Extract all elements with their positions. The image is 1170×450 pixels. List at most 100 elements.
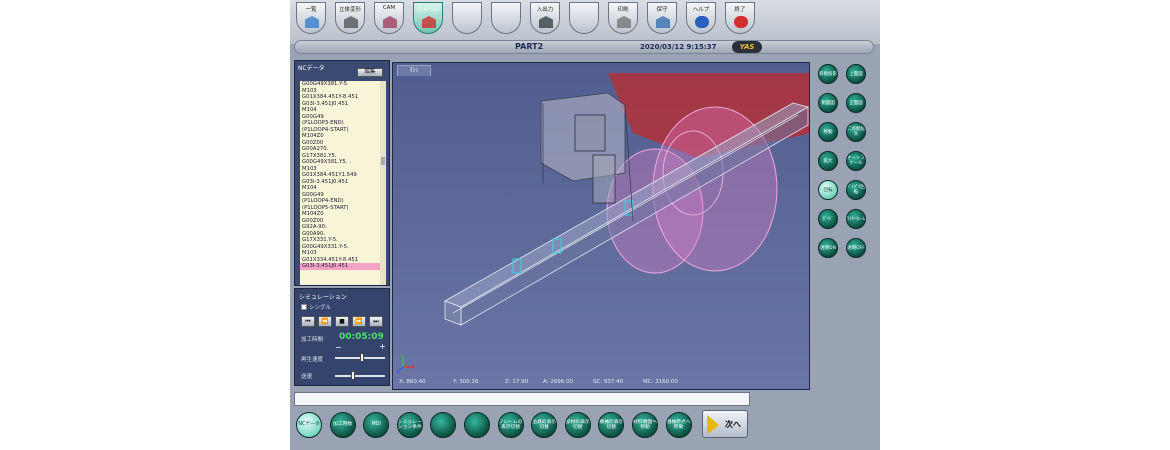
toolbar-button-label: 終了 bbox=[734, 7, 746, 13]
machining-time-value: 00:05:09 bbox=[339, 332, 384, 342]
nc-panel-title: NCデータ bbox=[298, 65, 325, 72]
nc-scrollbar[interactable] bbox=[380, 81, 386, 285]
machining-time-label: 加工時間 bbox=[301, 337, 324, 343]
nc-lines: G00G49X381.Y-5. M103 G01X384.451Y-8.451 G03… bbox=[300, 81, 386, 270]
z-axis-gizmo bbox=[396, 366, 404, 374]
simulation-icon bbox=[422, 16, 436, 28]
function-button-5[interactable] bbox=[464, 412, 490, 438]
view-control-button-1[interactable]: 上面図 bbox=[846, 64, 866, 84]
view-control-button-8[interactable]: 回転 bbox=[818, 180, 838, 200]
clamp-arm bbox=[592, 154, 616, 204]
function-button-2[interactable]: MDI bbox=[363, 412, 390, 438]
toolbar-button-label: 入出力 bbox=[536, 7, 554, 13]
toolbar-button-label: CAM bbox=[382, 5, 396, 11]
toolbar-button-2[interactable]: CAM bbox=[374, 2, 404, 34]
machine-scene bbox=[396, 73, 809, 374]
next-arrow-icon bbox=[707, 415, 719, 435]
view-control-button-6[interactable]: 拡大 bbox=[818, 151, 838, 171]
toolbar-button-1[interactable]: 立体変形 bbox=[335, 2, 365, 34]
function-button-1[interactable]: 加工時数 bbox=[329, 412, 356, 438]
rewind-button[interactable]: ⏮ bbox=[301, 316, 315, 327]
toolbar-button-0[interactable]: 一覧 bbox=[296, 2, 326, 34]
main-toolbar: 一覧 立体変形 CAM ｼﾐｭﾚｰｼｮﾝ 入出力 印刷 保守 ヘルプ 終了 bbox=[290, 0, 880, 44]
view-control-button-11[interactable]: ﾜｲﾔｰﾌﾚｰﾑ bbox=[846, 209, 866, 229]
stop-button[interactable]: ■ bbox=[335, 316, 349, 327]
toolbar-button-10[interactable]: ヘルプ bbox=[686, 2, 716, 34]
view-control-button-0[interactable]: 斜角投影 bbox=[818, 64, 838, 84]
coord-y: Y: 300.16 bbox=[453, 379, 479, 385]
toolbar-button-label: 保守 bbox=[656, 7, 668, 13]
single-step-checkbox[interactable] bbox=[301, 304, 307, 310]
view-control-button-12[interactable]: 透明ON bbox=[818, 238, 838, 258]
coord-z: Z: 17.90 bbox=[505, 379, 529, 385]
step-back-button[interactable]: ⏪ bbox=[318, 316, 332, 327]
function-button-8[interactable]: 部材の表示切替 bbox=[564, 412, 591, 438]
nc-line[interactable]: G03I-3.451J0.451 bbox=[300, 263, 386, 270]
toolbar-button-6[interactable]: 入出力 bbox=[530, 2, 560, 34]
playback-speed-knob[interactable] bbox=[360, 353, 365, 362]
function-button-3[interactable]: シミュレーション条件 bbox=[396, 412, 423, 438]
wrench-icon bbox=[656, 16, 670, 28]
view-control-button-13[interactable]: 透明OFF bbox=[846, 238, 866, 258]
fast-forward-button[interactable]: ⏭ bbox=[369, 316, 383, 327]
toolbar-button-11[interactable]: 終了 bbox=[725, 2, 755, 34]
title-bar: PART2 2020/03/12 9:15:37 YAS bbox=[294, 40, 874, 54]
function-button-9[interactable]: 機械の表示切替 bbox=[598, 412, 625, 438]
toolbar-button-8[interactable]: 印刷 bbox=[608, 2, 638, 34]
toolbar-button-label: 立体変形 bbox=[338, 7, 361, 13]
nc-scroll-thumb[interactable] bbox=[381, 157, 385, 165]
function-button-0[interactable]: NCデータ bbox=[296, 412, 322, 438]
toolbar-button-5[interactable] bbox=[491, 2, 521, 34]
coord-a: A: 2696.00 bbox=[543, 379, 574, 385]
toolbar-button-7[interactable] bbox=[569, 2, 599, 34]
edit-button[interactable]: 編集 bbox=[357, 68, 383, 77]
feed-slider[interactable] bbox=[335, 371, 385, 380]
function-button-4[interactable] bbox=[430, 412, 457, 438]
view-control-button-4[interactable]: 移動 bbox=[818, 122, 838, 142]
date-time: 2020/03/12 9:15:37 bbox=[640, 43, 717, 51]
view-control-button-10[interactable]: ｶﾞｲﾄﾞ bbox=[818, 209, 838, 229]
step-forward-button[interactable]: ⏩ bbox=[352, 316, 366, 327]
simulation-panel: シミュレーション シングル ⏮ ⏪ ■ ⏩ ⏭ 加工時間 00:05:09 − … bbox=[294, 288, 390, 386]
playback-speed-slider[interactable] bbox=[335, 353, 385, 362]
coord-sc: SC: 937.40 bbox=[593, 379, 624, 385]
view-control-button-5[interactable]: 二点間拡大 bbox=[846, 122, 866, 142]
single-step-label: シングル bbox=[309, 305, 332, 311]
toolbar-button-label: ヘルプ bbox=[692, 7, 710, 13]
toolbar-button-label: ｼﾐｭﾚｰｼｮﾝ bbox=[416, 7, 439, 13]
coord-x: X: 860.40 bbox=[399, 379, 426, 385]
brand-logo: YAS bbox=[732, 41, 762, 53]
nc-code-list[interactable]: G00G49X381.Y-5. M103 G01X384.451Y-8.451 G03… bbox=[300, 81, 386, 285]
function-button-7[interactable]: 治具の表示切替 bbox=[531, 412, 558, 438]
close-icon bbox=[734, 16, 748, 28]
part-name: PART2 bbox=[515, 42, 544, 51]
function-button-6[interactable]: フレームの表示切替 bbox=[497, 412, 524, 438]
3d-viewport[interactable]: ﾏｼﾝ X: 860.40 Y: 300.16 Z: 17.90 A: 2696… bbox=[392, 62, 810, 390]
message-bar bbox=[294, 392, 750, 406]
speed-minus-label: − bbox=[335, 343, 342, 352]
view-control-button-3[interactable]: 正面図 bbox=[846, 93, 866, 113]
view-control-button-2[interactable]: 側面図 bbox=[818, 93, 838, 113]
view-control-button-9[interactable]: ﾊﾟｲﾌﾟｾ回転 bbox=[846, 180, 866, 200]
nc-data-panel: NCデータ 編集 G00G49X381.Y-5. M103 G01X384.451Y… bbox=[294, 60, 390, 286]
view-control-button-7[interactable]: オートスケール bbox=[846, 151, 866, 171]
playback-speed-label: 再生速度 bbox=[301, 357, 324, 363]
cube-icon bbox=[305, 16, 319, 28]
toolbar-button-4[interactable] bbox=[452, 2, 482, 34]
next-button[interactable]: 次へ bbox=[702, 410, 748, 438]
help-icon bbox=[695, 16, 709, 28]
feed-knob[interactable] bbox=[351, 371, 356, 380]
function-button-10[interactable]: 材料端面へ移動 bbox=[632, 412, 658, 438]
tab-machine[interactable]: ﾏｼﾝ bbox=[397, 65, 431, 76]
cam-icon bbox=[383, 16, 397, 28]
printer-icon bbox=[617, 16, 631, 28]
cam-simulation-window: 一覧 立体変形 CAM ｼﾐｭﾚｰｼｮﾝ 入出力 印刷 保守 ヘルプ 終了 PART2 2020… bbox=[290, 0, 880, 450]
toolbar-button-3[interactable]: ｼﾐｭﾚｰｼｮﾝ bbox=[413, 2, 443, 34]
toolbar-button-label: 一覧 bbox=[305, 7, 317, 13]
feed-label: 送速 bbox=[301, 374, 313, 380]
io-icon bbox=[539, 16, 553, 28]
function-button-11[interactable]: 機械原点へ移動 bbox=[665, 412, 692, 438]
toolbar-button-9[interactable]: 保守 bbox=[647, 2, 677, 34]
branch-icon bbox=[344, 16, 358, 28]
toolbar-button-label: 印刷 bbox=[617, 7, 629, 13]
